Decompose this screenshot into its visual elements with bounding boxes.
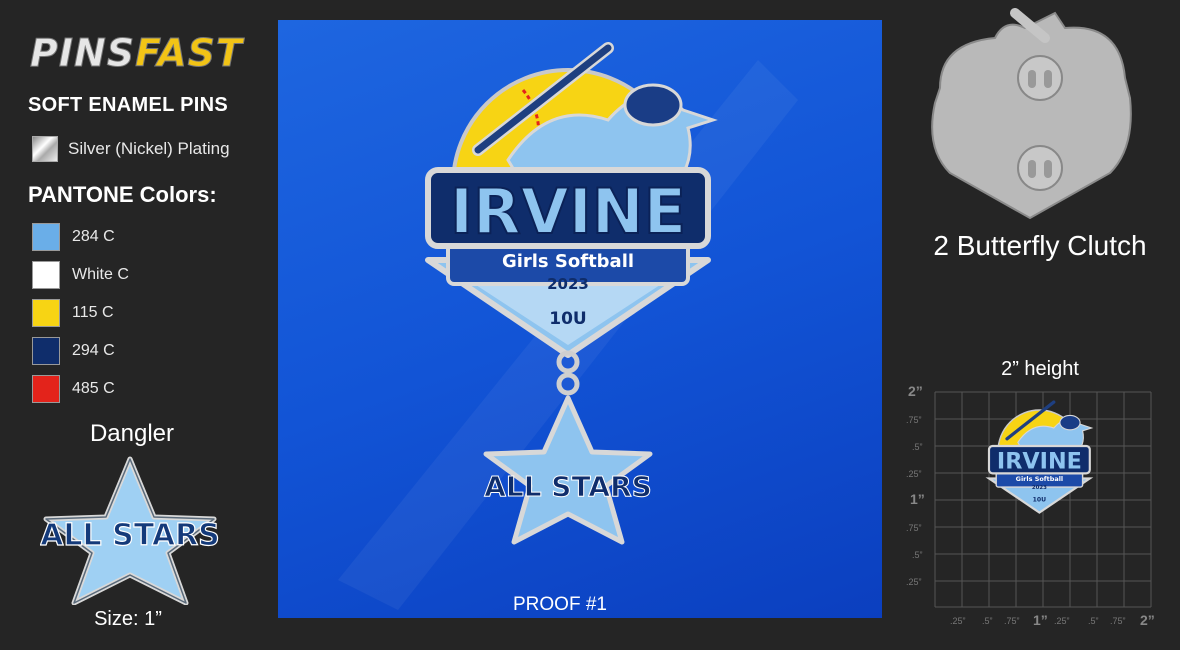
grid-y-tick: .25”	[906, 469, 922, 479]
grid-x-tick: 2”	[1140, 612, 1155, 628]
pin-year-text: 2023	[547, 275, 589, 293]
pin-proof-image: IRVINE Girls Softball 2023 10U ALL STARS	[338, 42, 798, 610]
grid-x-tick: .75”	[1004, 616, 1020, 626]
grid-y-tick: .75”	[906, 523, 922, 533]
pantone-label: 115 C	[72, 304, 114, 321]
pin-dangler-text: ALL STARS	[484, 470, 652, 503]
grid-y-tick: .75”	[906, 415, 922, 425]
grid-y-tick: 2”	[908, 383, 923, 399]
scaled-pin-name: IRVINE	[997, 449, 1082, 475]
size-grid: 2” .75” .5” .25” 1” .75” .5” .25” .25” .…	[906, 383, 1155, 628]
pantone-item: 115 C	[32, 294, 129, 332]
grid-x-tick: .25”	[950, 616, 966, 626]
scaled-pin-division: 10U	[1033, 496, 1047, 503]
grid-x-tick: .5”	[1088, 616, 1099, 626]
pantone-item: 284 C	[32, 218, 129, 256]
pinsfast-logo: PINSFAST	[30, 31, 245, 76]
color-swatch	[32, 223, 60, 251]
grid-x-tick: .25”	[1054, 616, 1070, 626]
butterfly-clutch-icon	[1017, 55, 1063, 101]
pin-back-image	[931, 8, 1132, 220]
dangler-star-text: ALL STARS	[40, 518, 220, 553]
pantone-item: 294 C	[32, 332, 129, 370]
clutch-label: 2 Butterfly Clutch	[933, 230, 1147, 261]
pantone-label: White C	[72, 266, 129, 283]
pantone-title: PANTONE Colors:	[28, 182, 217, 207]
height-label: 2” height	[1001, 358, 1079, 380]
pantone-item: White C	[32, 256, 129, 294]
scaled-pin-year: 2023	[1032, 485, 1047, 491]
proof-panel: IRVINE Girls Softball 2023 10U ALL STARS	[278, 20, 882, 618]
grid-y-tick: .5”	[912, 550, 923, 560]
logo-part-fast: FAST	[135, 31, 245, 75]
pantone-item: 485 C	[32, 370, 129, 408]
dangler-title: Dangler	[89, 420, 175, 447]
svg-text:PINSFAST: PINSFAST	[30, 31, 245, 75]
color-swatch	[32, 375, 60, 403]
plating-label: Silver (Nickel) Plating	[68, 139, 230, 158]
pantone-list: 284 C White C 115 C 294 C 485 C	[32, 218, 129, 408]
plating-row: Silver (Nickel) Plating	[32, 136, 230, 162]
grid-x-tick: 1”	[1033, 612, 1048, 628]
pin-name-text: IRVINE	[450, 175, 686, 248]
logo-part-pins: PINS	[30, 31, 135, 75]
grid-y-tick: .5”	[912, 442, 923, 452]
proof-label: PROOF #1	[513, 594, 607, 615]
grid-x-tick: .5”	[982, 616, 993, 626]
pantone-label: 284 C	[72, 228, 115, 245]
pin-division-text: 10U	[549, 309, 586, 329]
butterfly-clutch-icon	[1017, 145, 1063, 191]
color-swatch	[32, 261, 60, 289]
grid-x-tick: .75”	[1110, 616, 1126, 626]
product-heading: SOFT ENAMEL PINS	[28, 94, 229, 116]
grid-y-tick: 1”	[910, 491, 925, 507]
pantone-label: 294 C	[72, 342, 115, 359]
pantone-label: 485 C	[72, 380, 115, 397]
scaled-pin-subtitle: Girls Softball	[1016, 475, 1063, 483]
grid-y-tick: .25”	[906, 577, 922, 587]
silver-swatch	[32, 136, 58, 162]
size-label: Size: 1”	[94, 608, 162, 630]
color-swatch	[32, 299, 60, 327]
color-swatch	[32, 337, 60, 365]
pin-subtitle-text: Girls Softball	[502, 251, 634, 272]
dangler-star-image: ALL STARS	[40, 456, 220, 605]
